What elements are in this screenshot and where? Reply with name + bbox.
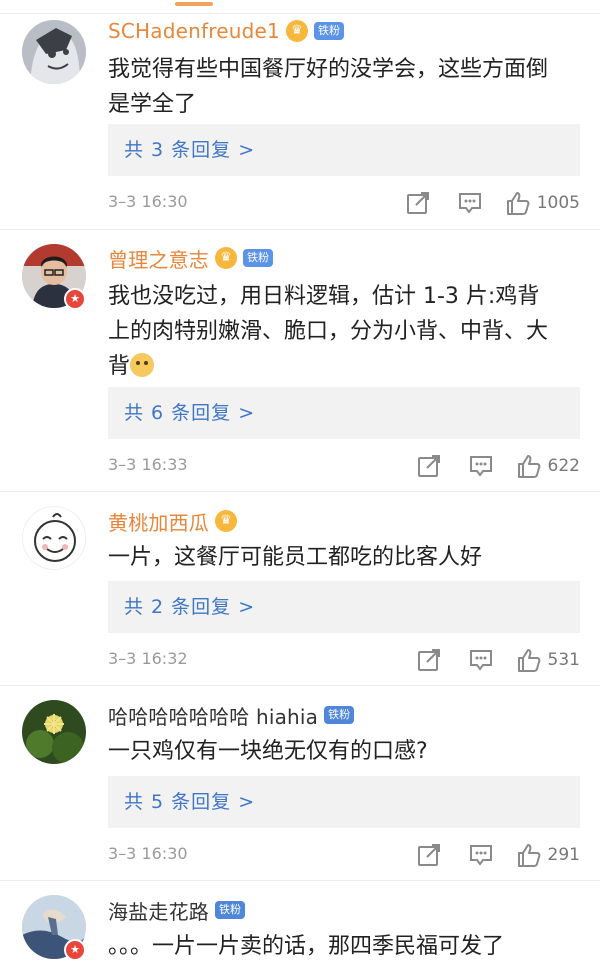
view-replies-button[interactable]: 共 3 条回复 > (108, 124, 580, 176)
comment-actions: 1005 (405, 188, 580, 218)
comment-item: 黄桃加西瓜 ♛ 一片，这餐厅可能员工都吃的比客人好 共 2 条回复 > 3–3 … (0, 491, 600, 685)
fan-badge: 铁粉 (324, 706, 355, 724)
comment-text-line: 一片，这餐厅可能员工都吃的比客人好 (108, 545, 483, 570)
comment-text: 我也没吃过，用日料逻辑，估计 1-3 片:鸡背 上的肉特别嫩滑、脆口，分为小背、… (108, 279, 580, 384)
comment-icon[interactable] (468, 842, 494, 868)
thumbs-up-icon[interactable] (516, 842, 542, 868)
comment-text-line: 是学全了 (108, 92, 197, 117)
crown-icon: ♛ (215, 510, 237, 532)
avatar[interactable] (22, 506, 86, 570)
comment-meta: 3–3 16:30 1005 (108, 188, 580, 218)
comment-icon[interactable] (468, 453, 494, 479)
username[interactable]: 海盐走花路 (108, 896, 209, 925)
like-count: 531 (547, 650, 580, 670)
doge-emoji-icon (130, 353, 155, 377)
fan-badge: 铁粉 (215, 901, 245, 919)
comment-time: 3–3 16:30 (108, 844, 188, 863)
comment-meta: 3–3 16:32 531 (108, 645, 580, 675)
share-icon[interactable] (416, 453, 442, 479)
username[interactable]: 曾理之意志 (108, 244, 209, 273)
avatar-image (22, 20, 86, 84)
comment-text-line: 。。。一片一片卖的话，那四季民福可发了 (108, 934, 505, 959)
comment-actions: 291 (416, 840, 580, 870)
thumbs-up-icon[interactable] (516, 647, 542, 673)
comment-item: SCHadenfreude1 ♛ 铁粉 我觉得有些中国餐厅好的没学会，这些方面倒… (0, 14, 600, 229)
comment-text-tail: 背 (108, 354, 131, 379)
comment-header: 曾理之意志 ♛ 铁粉 (108, 243, 273, 273)
comment-header: SCHadenfreude1 ♛ 铁粉 (108, 16, 344, 46)
username[interactable]: 黄桃加西瓜 (108, 507, 209, 536)
active-tab-indicator (175, 2, 213, 6)
like-count: 291 (547, 845, 580, 865)
vip-star-icon: ★ (64, 288, 86, 310)
comment-meta: 3–3 16:33 622 (108, 451, 580, 481)
share-icon[interactable] (405, 190, 431, 216)
share-icon[interactable] (416, 842, 442, 868)
view-replies-button[interactable]: 共 6 条回复 > (108, 387, 580, 439)
thumbs-up-icon[interactable] (516, 453, 542, 479)
share-icon[interactable] (416, 647, 442, 673)
comment-time: 3–3 16:33 (108, 455, 188, 474)
view-replies-button[interactable]: 共 5 条回复 > (108, 776, 580, 828)
fan-badge: 铁粉 (243, 249, 273, 267)
crown-icon: ♛ (285, 20, 308, 42)
thumbs-up-icon[interactable] (505, 190, 531, 216)
comment-text: 。。。一片一片卖的话，那四季民福可发了 (108, 929, 580, 964)
view-replies-button[interactable]: 共 2 条回复 > (108, 581, 580, 633)
username[interactable]: 哈哈哈哈哈哈哈 hiahia (108, 701, 318, 730)
avatar[interactable] (22, 20, 86, 84)
comment-text: 我觉得有些中国餐厅好的没学会，这些方面倒 是学全了 (108, 52, 580, 122)
comment-text-line: 背 (108, 349, 580, 384)
crown-icon: ♛ (215, 247, 237, 269)
comment-time: 3–3 16:32 (108, 649, 188, 668)
like-count: 622 (547, 456, 580, 476)
fan-badge: 铁粉 (313, 22, 344, 40)
comment-text: 一只鸡仅有一块绝无仅有的口感? (108, 734, 580, 769)
comment-time: 3–3 16:30 (108, 192, 188, 211)
comment-actions: 531 (416, 645, 580, 675)
avatar-image (23, 507, 85, 569)
comment-text: 一片，这餐厅可能员工都吃的比客人好 (108, 540, 580, 575)
comment-header: 海盐走花路 铁粉 (108, 895, 245, 925)
comment-text-line: 上的肉特别嫩滑、脆口，分为小背、中背、大 (108, 319, 549, 344)
top-tab-strip (0, 0, 600, 14)
comment-item: 哈哈哈哈哈哈哈 hiahia 铁粉 一只鸡仅有一块绝无仅有的口感? 共 5 条回… (0, 685, 600, 880)
comment-header: 哈哈哈哈哈哈哈 hiahia 铁粉 (108, 700, 355, 730)
comment-item: ★ 海盐走花路 铁粉 。。。一片一片卖的话，那四季民福可发了 (0, 880, 600, 966)
like-count: 1005 (536, 193, 580, 213)
avatar[interactable] (22, 700, 86, 764)
comment-actions: 622 (416, 451, 580, 481)
comment-icon[interactable] (468, 647, 494, 673)
comment-text-line: 我也没吃过，用日料逻辑，估计 1-3 片:鸡背 (108, 284, 540, 309)
username[interactable]: SCHadenfreude1 (108, 19, 280, 43)
avatar-image (22, 700, 86, 764)
comment-meta: 3–3 16:30 291 (108, 840, 580, 870)
comment-item: ★ 曾理之意志 ♛ 铁粉 我也没吃过，用日料逻辑，估计 1-3 片:鸡背 上的肉… (0, 229, 600, 491)
comment-text-line: 我觉得有些中国餐厅好的没学会，这些方面倒 (108, 57, 549, 82)
comment-icon[interactable] (457, 190, 483, 216)
vip-star-icon: ★ (64, 939, 86, 961)
comment-text-line: 一只鸡仅有一块绝无仅有的口感? (108, 739, 428, 764)
comment-header: 黄桃加西瓜 ♛ (108, 506, 237, 536)
